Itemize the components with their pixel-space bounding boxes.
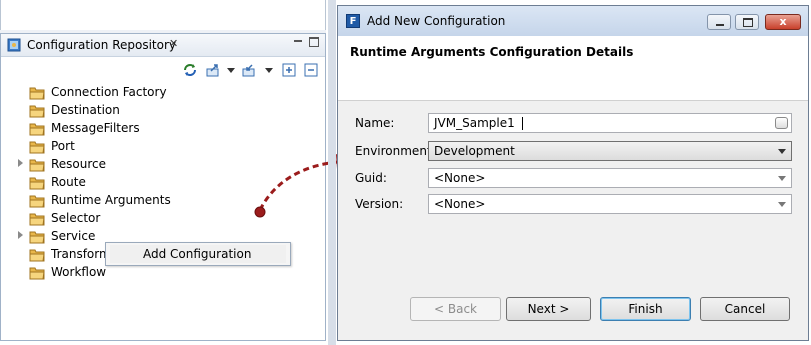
expand-arrow-icon[interactable] — [18, 231, 23, 239]
panel-title: Configuration Repository — [27, 38, 177, 52]
dialog-button-bar: < Back Next > Finish Cancel — [338, 297, 808, 340]
dialog-title: Add New Configuration — [367, 14, 506, 28]
refresh-icon[interactable] — [182, 62, 198, 78]
tree-item[interactable]: MessageFilters — [1, 120, 201, 138]
back-button[interactable]: < Back — [410, 297, 501, 321]
close-glyph: x — [779, 15, 787, 28]
collapse-all-icon[interactable] — [303, 62, 319, 78]
maximize-view-icon[interactable] — [309, 37, 319, 47]
tree-item[interactable]: Selector — [1, 210, 201, 228]
tree-item-label: Route — [51, 175, 86, 189]
name-options-button[interactable] — [775, 117, 788, 129]
guid-select[interactable]: <None> — [428, 168, 792, 188]
tree-item-label: Connection Factory — [51, 85, 167, 99]
tree-item[interactable]: Destination — [1, 102, 201, 120]
expand-all-icon[interactable] — [281, 62, 297, 78]
import-icon[interactable] — [241, 62, 257, 78]
configuration-repository-panel: Configuration Repository ✕ Connection Fa… — [0, 33, 326, 341]
environment-value: Development — [434, 144, 515, 158]
configuration-form: Name: JVM_Sample1 Environment: Developme… — [338, 101, 808, 297]
folder-icon — [29, 213, 45, 226]
tree-item[interactable]: Connection Factory — [1, 84, 201, 102]
tree-item-label: Runtime Arguments — [51, 193, 171, 207]
version-label: Version: — [355, 197, 404, 211]
folder-icon — [29, 249, 45, 262]
name-input[interactable]: JVM_Sample1 — [428, 113, 792, 133]
environment-select[interactable]: Development — [428, 141, 792, 161]
details-title: Runtime Arguments Configuration Details — [350, 45, 634, 59]
app-icon: F — [346, 14, 360, 28]
guid-value: <None> — [434, 171, 486, 185]
tree-item-label: Destination — [51, 103, 120, 117]
dropdown-icon[interactable] — [223, 62, 239, 78]
folder-icon — [29, 177, 45, 190]
context-menu: Add Configuration — [105, 242, 291, 266]
add-configuration-menu-item[interactable]: Add Configuration — [110, 245, 286, 263]
folder-icon — [29, 105, 45, 118]
folder-icon — [29, 195, 45, 208]
text-cursor — [522, 117, 523, 130]
next-button[interactable]: Next > — [506, 297, 591, 321]
details-header: Runtime Arguments Configuration Details — [338, 36, 808, 101]
folder-icon — [29, 267, 45, 280]
tree-item-label: Resource — [51, 157, 107, 171]
folder-icon — [29, 231, 45, 244]
export-icon[interactable] — [205, 62, 221, 78]
tree-item[interactable]: Port — [1, 138, 201, 156]
tree-item[interactable]: Workflow — [1, 264, 201, 282]
chevron-down-icon — [778, 149, 786, 154]
version-select[interactable]: <None> — [428, 194, 792, 214]
guid-label: Guid: — [355, 171, 387, 185]
environment-label: Environment: — [355, 144, 436, 158]
cancel-button[interactable]: Cancel — [700, 297, 790, 321]
finish-button[interactable]: Finish — [600, 297, 691, 321]
name-value: JVM_Sample1 — [434, 116, 515, 130]
dialog-title-bar: F Add New Configuration x — [338, 6, 808, 36]
tree-item-label: MessageFilters — [51, 121, 140, 135]
version-value: <None> — [434, 197, 486, 211]
folder-icon — [29, 123, 45, 136]
tree-item[interactable]: Runtime Arguments — [1, 192, 201, 210]
dropdown-icon[interactable] — [261, 62, 277, 78]
window-frame — [328, 0, 336, 345]
tree-item[interactable]: Route — [1, 174, 201, 192]
panel-header: Configuration Repository ✕ — [1, 34, 325, 57]
name-label: Name: — [355, 116, 395, 130]
repository-icon — [7, 38, 21, 52]
panel-toolbar — [179, 62, 323, 80]
tree-item-label: Workflow — [51, 265, 107, 279]
menu-item-label: Add Configuration — [143, 247, 252, 261]
folder-icon — [29, 141, 45, 154]
close-view-icon[interactable]: ✕ — [169, 37, 178, 50]
add-new-configuration-dialog: F Add New Configuration x Runtime Argume… — [337, 5, 809, 341]
close-icon[interactable]: x — [765, 14, 801, 30]
top-blank-area — [0, 0, 326, 30]
tree-item[interactable]: Resource — [1, 156, 201, 174]
minimize-icon[interactable] — [707, 14, 731, 30]
maximize-icon[interactable] — [735, 14, 759, 30]
folder-icon — [29, 87, 45, 100]
chevron-down-icon — [778, 176, 786, 181]
chevron-down-icon — [778, 202, 786, 207]
minimize-view-icon[interactable] — [294, 40, 302, 42]
tree-item-label: Selector — [51, 211, 101, 225]
tree-item-label: Port — [51, 139, 75, 153]
expand-arrow-icon[interactable] — [18, 159, 23, 167]
folder-icon — [29, 159, 45, 172]
tree-item-label: Service — [51, 229, 96, 243]
